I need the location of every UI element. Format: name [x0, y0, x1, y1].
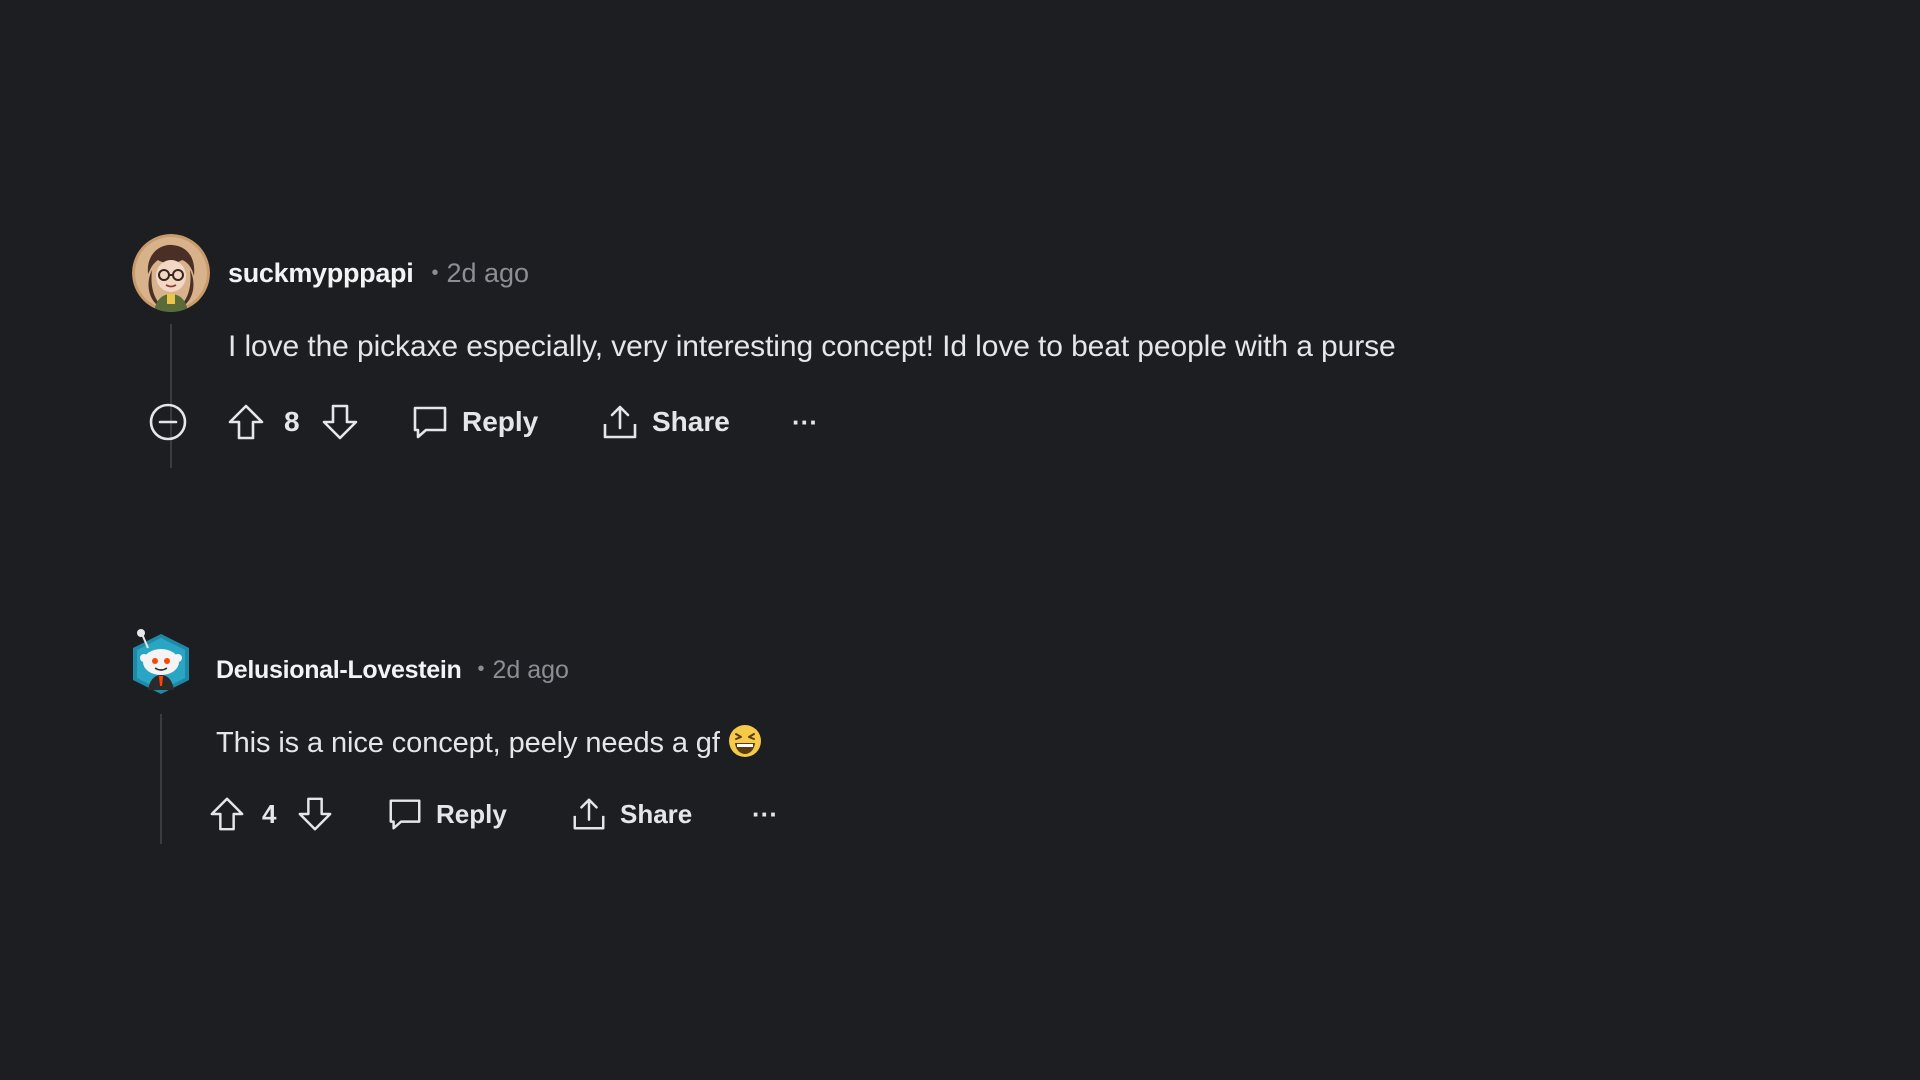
avatar[interactable]: [132, 234, 210, 312]
share-label: Share: [652, 406, 730, 437]
comment-bubble-icon: [389, 799, 421, 830]
more-options-icon: ···: [752, 798, 778, 829]
grinning-squinting-face-icon: [728, 725, 761, 757]
comment-body: I love the pickaxe especially, very inte…: [228, 330, 1396, 363]
share-button[interactable]: Share: [570, 790, 692, 838]
reply-button[interactable]: Reply: [386, 790, 507, 838]
downvote-button[interactable]: [296, 790, 334, 838]
vote-count: 4: [262, 799, 277, 829]
comment-actions: 4 Reply Share ···: [208, 790, 1008, 838]
separator-dot: •: [431, 262, 439, 284]
timestamp[interactable]: 2d ago: [492, 656, 568, 685]
arrow-up-icon: [210, 797, 244, 831]
comment-body-text: This is a nice concept, peely needs a gf: [216, 727, 720, 759]
reply-label: Reply: [436, 798, 507, 829]
arrow-down-icon: [322, 404, 358, 440]
share-icon: [603, 405, 637, 439]
arrow-up-icon: [228, 404, 264, 440]
timestamp[interactable]: 2d ago: [446, 258, 529, 289]
more-options-button[interactable]: ···: [752, 790, 778, 838]
share-button[interactable]: Share: [600, 398, 730, 446]
share-label: Share: [620, 798, 693, 829]
thread-line[interactable]: [170, 324, 172, 468]
username[interactable]: Delusional-Lovestein: [216, 656, 462, 685]
snoo-avatar-icon: [133, 629, 189, 694]
comment-meta: suckmypppapi • 2d ago: [228, 258, 529, 289]
more-options-button[interactable]: ···: [792, 398, 818, 446]
more-options-icon: ···: [792, 406, 818, 437]
reply-button[interactable]: Reply: [410, 398, 538, 446]
share-icon: [573, 798, 605, 830]
comment-actions: 8 Reply Share ···: [132, 398, 1032, 446]
comment: suckmypppapi • 2d ago I love the pickaxe…: [132, 234, 1632, 468]
thread-line[interactable]: [160, 714, 162, 844]
arrow-down-icon: [298, 797, 332, 831]
separator-dot: •: [477, 658, 485, 680]
username[interactable]: suckmypppapi: [228, 258, 414, 289]
comment-meta: Delusional-Lovestein • 2d ago: [216, 656, 569, 685]
comments-page: suckmypppapi • 2d ago I love the pickaxe…: [0, 0, 1920, 1080]
user-avatar-icon: [132, 234, 210, 312]
upvote-button[interactable]: [226, 398, 266, 446]
comment: Delusional-Lovestein • 2d ago This is a …: [128, 628, 1128, 848]
collapse-button[interactable]: [148, 398, 188, 446]
vote-count: 8: [284, 406, 300, 437]
comment-body: This is a nice concept, peely needs a gf: [216, 724, 762, 760]
collapse-icon: [149, 403, 187, 441]
avatar[interactable]: [128, 628, 194, 700]
upvote-button[interactable]: [208, 790, 246, 838]
reply-label: Reply: [462, 406, 539, 437]
comment-bubble-icon: [413, 406, 447, 439]
downvote-button[interactable]: [320, 398, 360, 446]
